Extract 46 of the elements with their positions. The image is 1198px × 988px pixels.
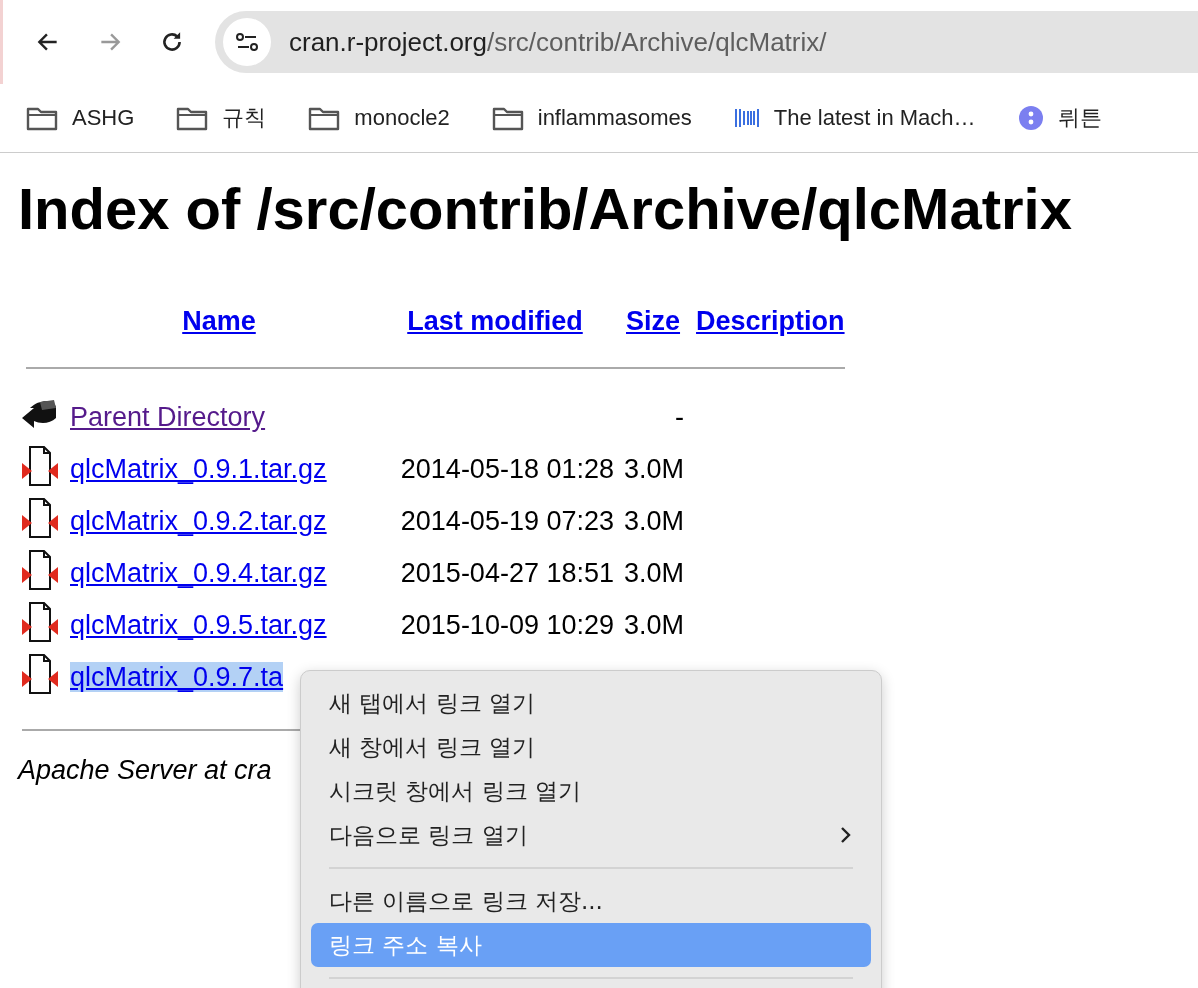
archive-file-icon xyxy=(20,548,60,591)
archive-file-icon xyxy=(20,444,60,487)
server-signature: Apache Server at cra xyxy=(18,755,273,786)
folder-icon xyxy=(26,105,58,131)
file-size: 3.0M xyxy=(624,609,685,640)
site-settings-icon[interactable] xyxy=(223,18,271,66)
column-header-link[interactable]: Name xyxy=(182,306,256,336)
file-link[interactable]: qlcMatrix_0.9.5.tar.gz xyxy=(70,609,327,640)
file-link[interactable]: qlcMatrix_0.9.2.tar.gz xyxy=(70,505,327,536)
menu-item[interactable]: 새 탭에서 링크 열기 xyxy=(311,681,871,725)
file-size: 3.0M xyxy=(624,557,685,588)
bookmark-item[interactable]: 규칙 xyxy=(176,103,267,133)
bookmark-item[interactable]: inflammasomes xyxy=(491,105,692,131)
file-link[interactable]: qlcMatrix_0.9.7.ta xyxy=(70,661,284,692)
bookmark-item[interactable]: The latest in Mach… xyxy=(733,105,976,131)
url-text: cran.r-project.org/src/contrib/Archive/qlcMatrix/ xyxy=(289,26,827,58)
file-link[interactable]: Parent Directory xyxy=(70,401,266,432)
menu-item[interactable]: 시크릿 창에서 링크 열기 xyxy=(311,769,871,813)
page-heading: Index of /src/contrib/Archive/qlcMatrix xyxy=(18,175,1073,242)
modified-date: 2014-05-19 07:23 xyxy=(400,505,614,536)
archive-file-icon xyxy=(20,496,60,539)
column-header-link[interactable]: Size xyxy=(626,306,681,336)
folder-icon xyxy=(176,105,209,131)
menu-item[interactable]: 새 창에서 링크 열기 xyxy=(311,725,871,769)
menu-item[interactable]: 다른 이름으로 링크 저장... xyxy=(311,879,871,923)
barcode-icon xyxy=(733,107,760,129)
file-size: 3.0M xyxy=(624,505,685,536)
file-size: - xyxy=(675,401,685,432)
modified-date: 2015-04-27 18:51 xyxy=(400,557,614,588)
modified-date: 2014-05-18 01:28 xyxy=(400,453,614,484)
column-header-link[interactable]: Description xyxy=(696,306,845,336)
app-icon xyxy=(1017,105,1044,131)
address-bar[interactable]: cran.r-project.org/src/contrib/Archive/qlcMatrix/ xyxy=(215,11,1198,73)
file-size: 3.0M xyxy=(624,453,685,484)
modified-date: 2015-10-09 10:29 xyxy=(400,609,614,640)
file-link[interactable]: qlcMatrix_0.9.1.tar.gz xyxy=(70,453,327,484)
file-link[interactable]: qlcMatrix_0.9.4.tar.gz xyxy=(70,557,327,588)
bookmark-item[interactable]: 뤼튼 xyxy=(1017,103,1102,133)
column-header-link[interactable]: Last modified xyxy=(407,306,583,336)
archive-file-icon xyxy=(20,600,60,643)
menu-item[interactable]: 다음으로 링크 열기 xyxy=(311,813,871,857)
bookmark-item[interactable]: ASHG xyxy=(26,105,135,131)
archive-file-icon xyxy=(20,652,60,695)
bookmark-item[interactable]: monocle2 xyxy=(308,105,450,131)
folder-icon xyxy=(491,105,524,131)
folder-icon xyxy=(308,105,341,131)
